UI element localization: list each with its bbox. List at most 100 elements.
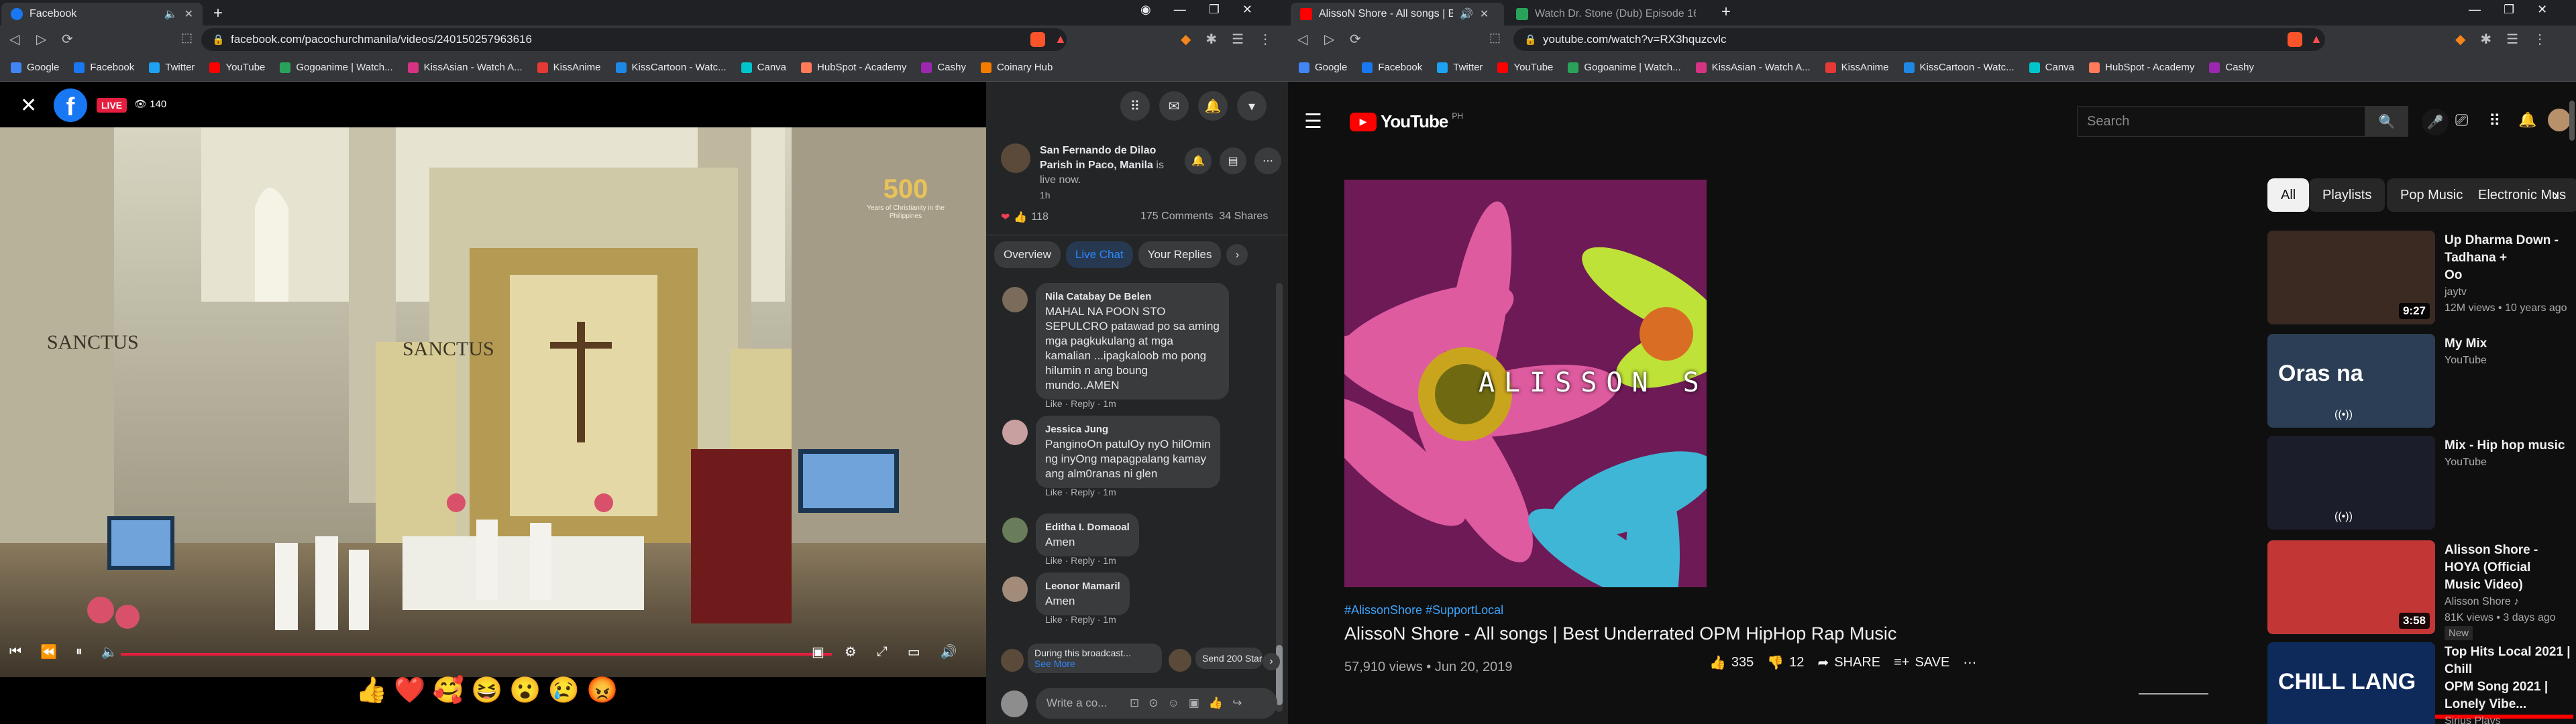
new-tab-right-icon[interactable]: + (1721, 3, 1731, 21)
comment-actions[interactable]: Like · Reply · 1m (1045, 614, 1116, 625)
bookmark-item[interactable]: Google (1299, 62, 1347, 73)
bookmark-item[interactable]: Twitter (149, 62, 195, 73)
chip-electronic-mus[interactable]: Electronic Mus (2465, 178, 2576, 212)
facebook-logo-icon[interactable]: f (54, 88, 87, 122)
bookmark-item[interactable]: KissAnime (1825, 62, 1889, 73)
account-icon[interactable]: ◉ (1140, 3, 1151, 17)
close-tab-youtube-icon[interactable]: ✕ (1480, 7, 1489, 21)
bookmark-item[interactable]: Coinary Hub (980, 62, 1053, 73)
commenter-name[interactable]: Jessica Jung (1045, 422, 1211, 437)
pip-icon[interactable]: ▭ (908, 644, 920, 660)
save-post-icon[interactable]: ▤ (1220, 147, 1246, 174)
haha-reaction-button[interactable]: 😆 (471, 676, 502, 705)
comment-actions[interactable]: Like · Reply · 1m (1045, 487, 1116, 497)
page-scrollbar-thumb[interactable] (2569, 101, 2575, 141)
suggestion-channel[interactable]: Sirius Plays (2445, 713, 2572, 724)
back-right-icon[interactable]: ◁ (1297, 31, 1307, 48)
tab-live-chat[interactable]: Live Chat (1065, 241, 1133, 268)
bookmark-item[interactable]: HubSpot - Academy (801, 62, 906, 73)
video-hashtags[interactable]: #AlissonShore #SupportLocal (1344, 603, 1503, 617)
pause-icon[interactable]: ⏸ (76, 644, 83, 660)
suggestion-channel[interactable]: YouTube (2445, 353, 2572, 369)
sticker-icon[interactable]: ▣ (1189, 697, 1199, 710)
chat-scrollbar[interactable] (1276, 283, 1283, 712)
user-avatar[interactable] (1001, 690, 1028, 717)
commenter-name[interactable]: Nila Catabay De Belen (1045, 290, 1220, 304)
share-button[interactable]: ➦ SHARE (1817, 654, 1880, 671)
video-thumbnail[interactable]: 9:27 (2267, 231, 2435, 324)
bookmark-item[interactable]: YouTube (1497, 62, 1553, 73)
care-reaction-button[interactable]: 🥰 (433, 676, 464, 705)
tabs-next-icon[interactable]: › (1226, 244, 1248, 265)
bookmark-item[interactable]: Gogoanime | Watch... (1568, 62, 1681, 73)
notifications-bell-icon[interactable]: 🔔 (1198, 91, 1228, 121)
maximize-icon[interactable]: ❐ (1209, 3, 1220, 17)
volume-right-icon[interactable]: 🔊 (941, 644, 957, 660)
close-window-icon[interactable]: ✕ (1242, 3, 1252, 17)
reload-icon[interactable]: ⟳ (62, 31, 73, 48)
see-more-link[interactable]: See More (1034, 658, 1155, 669)
back-icon[interactable]: ◁ (9, 31, 19, 48)
suggestion-title[interactable]: Top Hits Local 2021 | Chill (2445, 644, 2572, 678)
bookmark-page-icon[interactable]: ⬚ (181, 31, 193, 45)
bookmark-item[interactable]: Facebook (74, 62, 134, 73)
suggestion-title[interactable]: OPM Song 2021 | Lonely Vibe... (2445, 678, 2572, 713)
notify-bell-icon[interactable]: 🔔 (1185, 147, 1212, 174)
suggestion-channel[interactable]: Alisson Shore ♪ (2445, 594, 2572, 610)
forward-icon[interactable]: ▷ (36, 31, 46, 48)
emoji-icon[interactable]: ☺ (1168, 697, 1179, 710)
comment-actions[interactable]: Like · Reply · 1m (1045, 555, 1116, 566)
apps-grid-icon[interactable]: ⠿ (1120, 91, 1150, 121)
bookmark-item[interactable]: YouTube (209, 62, 265, 73)
suggestion-title[interactable]: Alisson Shore - HOYA (Official (2445, 542, 2572, 577)
page-avatar[interactable] (1001, 143, 1030, 173)
commenter-avatar[interactable] (1002, 287, 1028, 312)
messenger-icon[interactable]: ✉ (1159, 91, 1189, 121)
hamburger-menu-icon[interactable]: ☰ (1304, 110, 1322, 133)
broadcast-notice[interactable]: During this broadcast... See More (1028, 644, 1162, 673)
sad-reaction-button[interactable]: 😢 (548, 676, 580, 705)
suggestion-title[interactable]: Music Video) (2445, 577, 2572, 594)
notices-next-icon[interactable]: › (1263, 653, 1280, 670)
bookmark-item[interactable]: Cashy (2209, 62, 2254, 73)
like-send-icon[interactable]: 👍 (1209, 697, 1223, 710)
tab-youtube[interactable]: AlissoN Shore - All songs | Be 🔊 ✕ (1291, 3, 1504, 25)
address-bar-right[interactable]: 🔒 youtube.com/watch?v=RX3hquzcvlc (1513, 28, 2325, 51)
account-menu-icon[interactable]: ▾ (1237, 91, 1267, 121)
more-actions-icon[interactable]: ⋯ (1963, 654, 1976, 671)
minimize-icon[interactable]: — (1174, 3, 1186, 17)
menu-right-icon[interactable]: ⋮ (2533, 31, 2546, 48)
bookmark-item[interactable]: KissCartoon - Watc... (615, 62, 727, 73)
puzzle-right-icon[interactable]: ✱ (2480, 31, 2491, 48)
voice-search-icon[interactable]: 🎤 (2422, 109, 2449, 135)
comment-actions[interactable]: Like · Reply · 1m (1045, 398, 1116, 409)
tab-your-replies[interactable]: Your Replies (1138, 241, 1222, 268)
playlist-right-icon[interactable]: ☰ (2506, 31, 2518, 48)
address-bar[interactable]: 🔒 facebook.com/pacochurchmanila/videos/2… (201, 28, 1067, 51)
speaker-icon[interactable]: 🔈 (164, 7, 178, 21)
bookmark-item[interactable]: KissAsian - Watch A... (407, 62, 523, 73)
brave-shield-icon[interactable] (1030, 32, 1045, 47)
volume-icon[interactable]: 🔈 (101, 644, 118, 660)
bookmark-item[interactable]: KissCartoon - Watc... (1903, 62, 2015, 73)
rewind-icon[interactable]: ⏪ (40, 644, 57, 660)
close-tab-icon[interactable]: ✕ (184, 7, 193, 21)
bookmark-item[interactable]: KissAnime (537, 62, 601, 73)
search-button[interactable]: 🔍 (2365, 106, 2408, 137)
notifications-icon[interactable]: 🔔 (2518, 111, 2536, 129)
chip-all[interactable]: All (2267, 178, 2310, 212)
more-options-icon[interactable]: ⋯ (1254, 147, 1281, 174)
send-stars-prompt[interactable]: Send 200 Stars (1195, 648, 1263, 669)
bookmark-item[interactable]: KissAsian - Watch A... (1695, 62, 1811, 73)
bookmark-item[interactable]: Google (11, 62, 59, 73)
commenter-avatar[interactable] (1002, 577, 1028, 602)
metamask-right-icon[interactable]: ◆ (2455, 31, 2465, 48)
video-thumbnail[interactable]: Oras na ((•)) (2267, 334, 2435, 428)
dislike-button[interactable]: 👎 12 (1767, 654, 1804, 671)
expand-icon[interactable]: ⤢ (877, 644, 888, 660)
new-tab-icon[interactable]: + (213, 4, 223, 23)
like-button[interactable]: 👍 335 (1709, 654, 1754, 671)
suggestion-title[interactable]: Mix - Hip hop music (2445, 437, 2572, 455)
tab-dr-stone[interactable]: Watch Dr. Stone (Dub) Episode 16 at (1507, 3, 1708, 25)
save-button[interactable]: ≡+ SAVE (1894, 655, 1949, 670)
